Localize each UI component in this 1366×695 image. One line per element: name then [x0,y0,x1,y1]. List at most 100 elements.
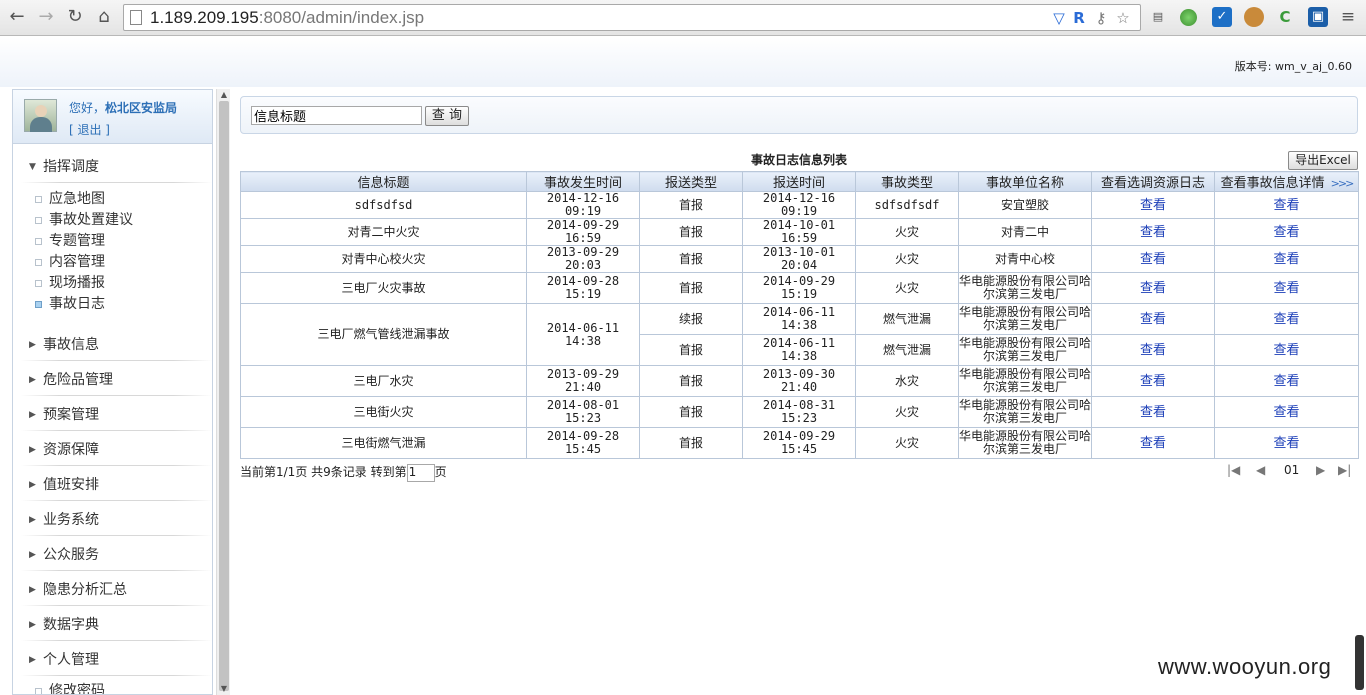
caret-right-icon: ▶ [29,515,36,525]
bullet-icon [35,301,42,308]
view-detail-link[interactable]: 查看 [1273,436,1299,451]
bookmark-star-icon[interactable]: ☆ [1114,9,1132,27]
bullet-icon [35,280,42,287]
sidebar-group-dictionary[interactable]: ▶ 数据字典 [13,608,212,643]
sidebar-item-live-report[interactable]: 现场播报 [13,273,212,294]
r-extension-icon[interactable]: R [1070,9,1088,27]
sidebar-item-change-password[interactable]: 修改密码 [13,681,212,694]
printer-icon[interactable]: ▤ [1148,7,1168,27]
view-resource-log-link[interactable]: 查看 [1140,281,1166,296]
blue-extension-icon[interactable]: ✓ [1212,7,1232,27]
view-detail-link[interactable]: 查看 [1273,374,1299,389]
current-page-number: 01 [1284,463,1300,477]
caret-right-icon: ▶ [29,550,36,560]
scroll-down-icon[interactable]: ▼ [217,683,231,695]
sidebar-group-business[interactable]: ▶ 业务系统 [13,503,212,538]
sidebar-group-dispatch[interactable]: ▼ 指挥调度 [13,150,212,185]
sidebar-group-personal[interactable]: ▶ 个人管理 [13,643,212,678]
caret-right-icon: ▶ [29,340,36,350]
view-resource-log-link[interactable]: 查看 [1140,436,1166,451]
sidebar-group-resources[interactable]: ▶ 资源保障 [13,433,212,468]
view-detail-link[interactable]: 查看 [1273,252,1299,267]
view-resource-log-link[interactable]: 查看 [1140,343,1166,358]
menu-icon[interactable]: ≡ [1338,7,1358,27]
view-resource-log-link[interactable]: 查看 [1140,374,1166,389]
address-bar[interactable]: 1.189.209.195:8080/admin/index.jsp ▽ R ⚷… [123,4,1141,31]
sidebar-group-hazard-analysis[interactable]: ▶ 隐患分析汇总 [13,573,212,608]
table-title: 事故日志信息列表 [750,153,847,167]
table-row: 三电街火灾 2014-08-01 15:23 首报 2014-08-31 15:… [240,396,1359,428]
sidebar-item-emergency-map[interactable]: 应急地图 [13,189,212,210]
accident-log-table: 信息标题 事故发生时间 报送类型 报送时间 事故类型 事故单位名称 查看选调资源… [240,171,1359,459]
page-header: 版本号: wm_v_aj_0.60 [0,37,1366,87]
view-detail-link[interactable]: 查看 [1273,405,1299,420]
search-button[interactable]: 查 询 [425,106,469,126]
table-row: 三电厂水灾 2013-09-29 21:40 首报 2013-09-30 21:… [240,365,1359,397]
caret-right-icon: ▶ [29,410,36,420]
sidebar-item-handling-advice[interactable]: 事故处置建议 [13,210,212,231]
view-resource-log-link[interactable]: 查看 [1140,312,1166,327]
url-text: 1.189.209.195:8080/admin/index.jsp [150,8,425,27]
view-detail-link[interactable]: 查看 [1273,312,1299,327]
view-resource-log-link[interactable]: 查看 [1140,252,1166,267]
window-extension-icon[interactable]: ▣ [1308,7,1328,27]
col-header-occur-time[interactable]: 事故发生时间 [526,171,640,192]
sidebar-group-hazmat[interactable]: ▶ 危险品管理 [13,363,212,398]
bullet-icon [35,238,42,245]
first-page-icon[interactable]: |◀ [1227,463,1240,477]
view-detail-link[interactable]: 查看 [1273,225,1299,240]
back-icon[interactable]: ← [6,6,28,28]
col-header-report-time[interactable]: 报送时间 [742,171,856,192]
table-row: 三电街燃气泄漏 2014-09-28 15:45 首报 2014-09-29 1… [240,427,1359,459]
search-input[interactable] [251,106,422,125]
c-extension-icon[interactable]: C [1275,7,1295,27]
avatar [24,99,57,132]
bullet-icon [35,259,42,266]
expand-columns-icon[interactable]: >>> [1331,177,1355,190]
view-resource-log-link[interactable]: 查看 [1140,198,1166,213]
logout-link[interactable]: [ 退出 ] [69,121,110,138]
green-extension-icon[interactable] [1180,9,1197,26]
window-scroll-thumb[interactable] [1355,635,1364,690]
sidebar-scrollbar[interactable]: ▲ ▼ [216,89,230,695]
view-detail-link[interactable]: 查看 [1273,281,1299,296]
sidebar-group-public[interactable]: ▶ 公众服务 [13,538,212,573]
col-header-accident-type[interactable]: 事故类型 [855,171,959,192]
scroll-thumb[interactable] [219,101,229,691]
sidebar-group-plans[interactable]: ▶ 预案管理 [13,398,212,433]
next-page-icon[interactable]: ▶ [1316,463,1325,477]
key-icon[interactable]: ⚷ [1092,9,1110,27]
col-header-detail[interactable]: 查看事故信息详情 >>> [1214,171,1359,192]
export-excel-button[interactable]: 导出Excel [1288,151,1358,170]
caret-right-icon: ▶ [29,375,36,385]
view-detail-link[interactable]: 查看 [1273,343,1299,358]
home-icon[interactable]: ⌂ [93,6,115,28]
col-header-title[interactable]: 信息标题 [240,171,527,192]
view-resource-log-link[interactable]: 查看 [1140,225,1166,240]
page-icon [130,10,142,25]
reload-icon[interactable]: ↻ [64,6,86,28]
bullet-icon [35,217,42,224]
view-resource-log-link[interactable]: 查看 [1140,405,1166,420]
last-page-icon[interactable]: ▶| [1338,463,1351,477]
col-header-unit[interactable]: 事故单位名称 [958,171,1092,192]
col-header-resource-log[interactable]: 查看选调资源日志 [1091,171,1215,192]
view-detail-link[interactable]: 查看 [1273,198,1299,213]
sidebar-group-accident-info[interactable]: ▶ 事故信息 [13,328,212,363]
shield-icon[interactable]: ▽ [1050,9,1068,27]
sidebar-item-topics[interactable]: 专题管理 [13,231,212,252]
bullet-icon [35,688,42,694]
sidebar: 您好，松北区安监局 [ 退出 ] ▼ 指挥调度 应急地图 事故处置建议 专题管理 … [12,89,213,695]
sidebar-item-accident-log[interactable]: 事故日志 [13,294,212,315]
prev-page-icon[interactable]: ◀ [1256,463,1265,477]
goto-page-input[interactable]: 1 [406,463,435,482]
col-header-report-type[interactable]: 报送类型 [639,171,743,192]
user-panel: 您好，松北区安监局 [ 退出 ] [13,90,212,144]
sidebar-group-duty[interactable]: ▶ 值班安排 [13,468,212,503]
watermark: www.wooyun.org [1158,654,1332,679]
forward-icon[interactable]: → [35,6,57,28]
scroll-up-icon[interactable]: ▲ [217,89,231,101]
cookie-icon[interactable] [1244,7,1264,27]
caret-right-icon: ▶ [29,445,36,455]
sidebar-item-content[interactable]: 内容管理 [13,252,212,273]
